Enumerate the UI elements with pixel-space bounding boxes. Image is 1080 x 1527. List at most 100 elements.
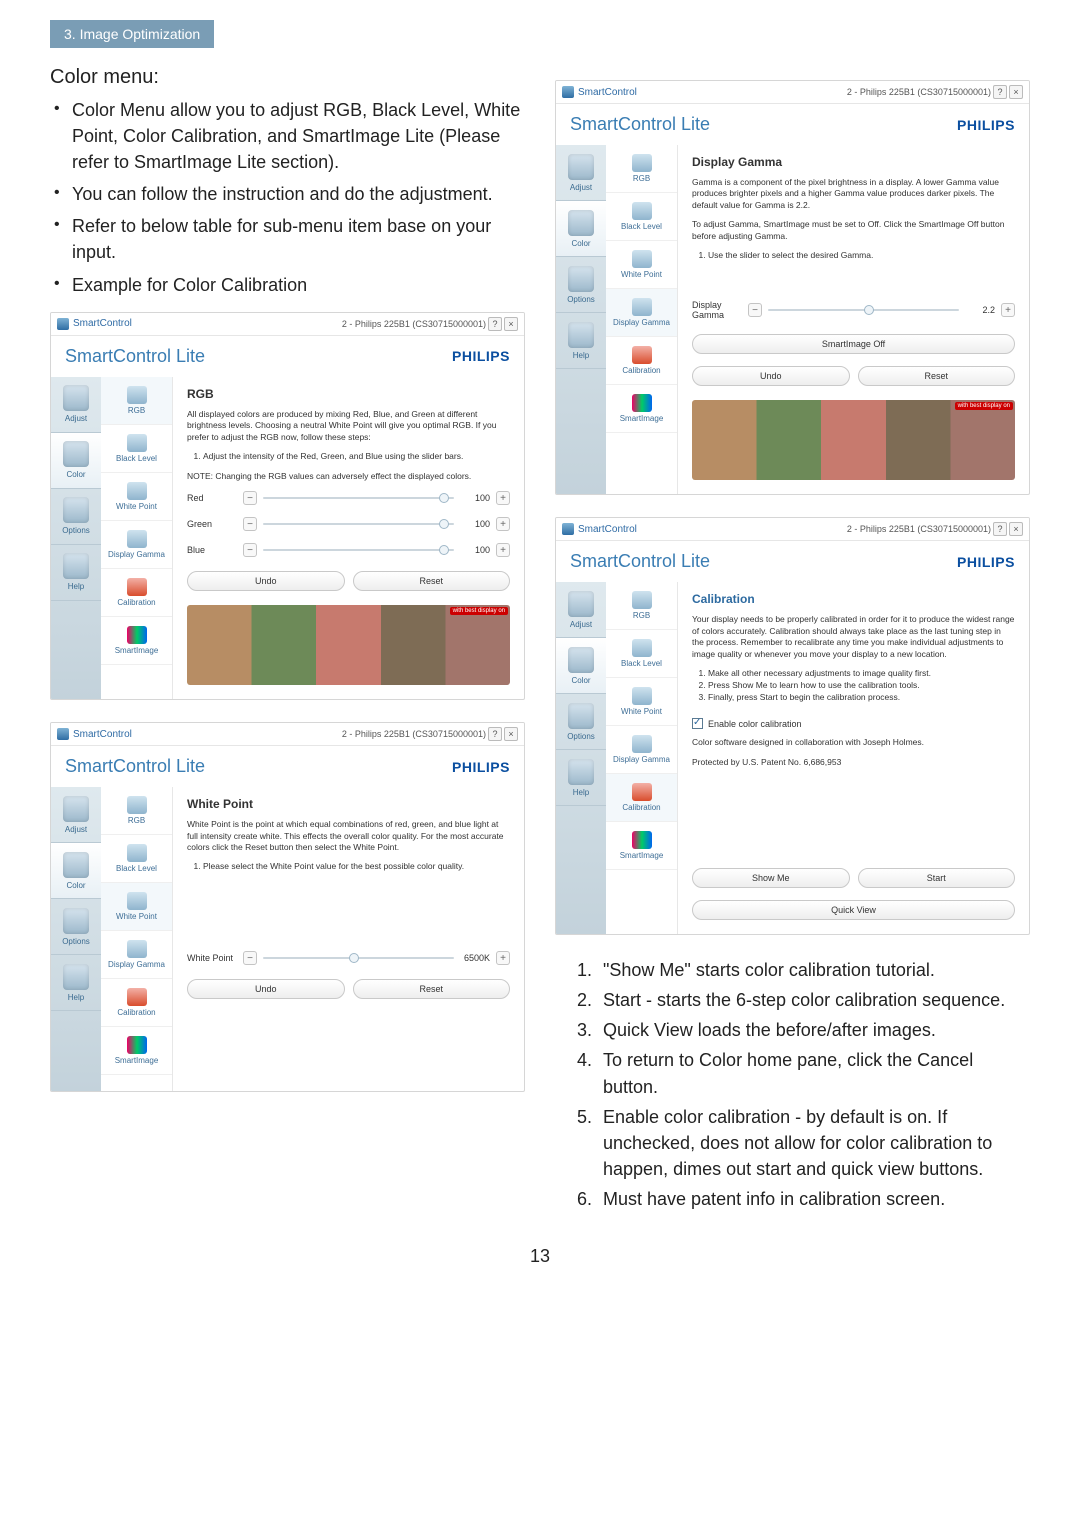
reset-button[interactable]: Reset (353, 571, 511, 591)
gamma-slider[interactable]: Display Gamma−2.2+ (692, 300, 1015, 320)
smartimage-off-button[interactable]: SmartImage Off (692, 334, 1015, 354)
nav-options[interactable]: Options (556, 257, 606, 313)
close-icon[interactable]: × (504, 727, 518, 741)
undo-button[interactable]: Undo (187, 979, 345, 999)
sub-black-level[interactable]: Black Level (606, 193, 677, 241)
close-icon[interactable]: × (1009, 522, 1023, 536)
bullet-2: You can follow the instruction and do th… (72, 181, 525, 207)
sub-calibration[interactable]: Calibration (606, 337, 677, 385)
calib-step2: Press Show Me to learn how to use the ca… (708, 680, 1015, 690)
breadcrumb: 3. Image Optimization (50, 20, 214, 48)
preview-image: with best display on (692, 400, 1015, 480)
nav-color[interactable]: Color (556, 201, 606, 257)
num-5: Enable color calibration - by default is… (597, 1104, 1030, 1182)
nav-help[interactable]: Help (556, 313, 606, 369)
help-icon[interactable]: ? (993, 85, 1007, 99)
sub-rgb[interactable]: RGB (606, 145, 677, 193)
sub-smartimage[interactable]: SmartImage (101, 617, 172, 665)
sub-white-point[interactable]: White Point (101, 473, 172, 521)
checkbox-icon[interactable] (692, 718, 703, 729)
nav-options[interactable]: Options (51, 489, 101, 545)
sub-black-level[interactable]: Black Level (101, 425, 172, 473)
quick-view-button[interactable]: Quick View (692, 900, 1015, 920)
close-icon[interactable]: × (1009, 85, 1023, 99)
sub-smartimage[interactable]: SmartImage (101, 1027, 172, 1075)
screenshot-gamma: SmartControl 2 - Philips 225B1 (CS307150… (555, 80, 1030, 495)
wp-step1: Please select the White Point value for … (203, 861, 510, 871)
sub-calibration[interactable]: Calibration (101, 979, 172, 1027)
nav-options[interactable]: Options (556, 694, 606, 750)
app-title: SmartControl (73, 318, 132, 329)
model-info: 2 - Philips 225B1 (CS30715000001) (342, 319, 486, 329)
gamma-step1: Use the slider to select the desired Gam… (708, 250, 1015, 260)
sub-white-point[interactable]: White Point (606, 241, 677, 289)
wp-desc: White Point is the point at which equal … (187, 819, 510, 853)
bullet-4: Example for Color Calibration (72, 272, 525, 298)
wp-slider[interactable]: White Point−6500K+ (187, 951, 510, 965)
rgb-step1: Adjust the intensity of the Red, Green, … (203, 451, 510, 461)
color-bullets: Color Menu allow you to adjust RGB, Blac… (50, 97, 525, 298)
nav-options[interactable]: Options (51, 899, 101, 955)
page-number: 13 (50, 1246, 1030, 1267)
sub-black-level[interactable]: Black Level (101, 835, 172, 883)
sub-white-point[interactable]: White Point (101, 883, 172, 931)
app-icon (562, 86, 574, 98)
sub-display-gamma[interactable]: Display Gamma (101, 521, 172, 569)
reset-button[interactable]: Reset (858, 366, 1016, 386)
nav-help[interactable]: Help (51, 955, 101, 1011)
show-me-button[interactable]: Show Me (692, 868, 850, 888)
sub-smartimage[interactable]: SmartImage (606, 822, 677, 870)
num-2: Start - starts the 6-step color calibrat… (597, 987, 1030, 1013)
undo-button[interactable]: Undo (187, 571, 345, 591)
screenshot-rgb: SmartControl 2 - Philips 225B1 (CS307150… (50, 312, 525, 700)
app-icon (57, 728, 69, 740)
bullet-3: Refer to below table for sub-menu item b… (72, 213, 525, 265)
num-6: Must have patent info in calibration scr… (597, 1186, 1030, 1212)
sub-calibration[interactable]: Calibration (101, 569, 172, 617)
nav-color[interactable]: Color (51, 843, 101, 899)
nav-adjust[interactable]: Adjust (51, 377, 101, 433)
rgb-desc: All displayed colors are produced by mix… (187, 409, 510, 443)
reset-button[interactable]: Reset (353, 979, 511, 999)
sub-rgb[interactable]: RGB (606, 582, 677, 630)
calib-desc: Your display needs to be properly calibr… (692, 614, 1015, 660)
start-button[interactable]: Start (858, 868, 1016, 888)
help-icon[interactable]: ? (488, 317, 502, 331)
help-icon[interactable]: ? (488, 727, 502, 741)
color-heading: Color menu: (50, 66, 525, 89)
sub-display-gamma[interactable]: Display Gamma (101, 931, 172, 979)
green-slider[interactable]: Green−100+ (187, 517, 510, 531)
nav-help[interactable]: Help (51, 545, 101, 601)
app-icon (57, 318, 69, 330)
calib-step3: Finally, press Start to begin the calibr… (708, 692, 1015, 702)
enable-calibration-checkbox[interactable]: Enable color calibration (692, 718, 1015, 729)
sub-display-gamma[interactable]: Display Gamma (606, 726, 677, 774)
dec-icon[interactable]: − (243, 491, 257, 505)
nav-color[interactable]: Color (556, 638, 606, 694)
num-3: Quick View loads the before/after images… (597, 1017, 1030, 1043)
nav-adjust[interactable]: Adjust (556, 582, 606, 638)
red-slider[interactable]: Red−100+ (187, 491, 510, 505)
nav-color[interactable]: Color (51, 433, 101, 489)
nav-help[interactable]: Help (556, 750, 606, 806)
close-icon[interactable]: × (504, 317, 518, 331)
sub-smartimage[interactable]: SmartImage (606, 385, 677, 433)
numbered-list: "Show Me" starts color calibration tutor… (555, 957, 1030, 1212)
bullet-1: Color Menu allow you to adjust RGB, Blac… (72, 97, 525, 175)
sub-rgb[interactable]: RGB (101, 787, 172, 835)
nav-adjust[interactable]: Adjust (51, 787, 101, 843)
calib-patent: Protected by U.S. Patent No. 6,686,953 (692, 757, 1015, 768)
sub-display-gamma[interactable]: Display Gamma (606, 289, 677, 337)
undo-button[interactable]: Undo (692, 366, 850, 386)
calib-credits: Color software designed in collaboration… (692, 737, 1015, 748)
help-icon[interactable]: ? (993, 522, 1007, 536)
inc-icon[interactable]: + (496, 491, 510, 505)
blue-slider[interactable]: Blue−100+ (187, 543, 510, 557)
sub-black-level[interactable]: Black Level (606, 630, 677, 678)
nav-adjust[interactable]: Adjust (556, 145, 606, 201)
sub-calibration[interactable]: Calibration (606, 774, 677, 822)
sub-white-point[interactable]: White Point (606, 678, 677, 726)
side-nav: Adjust Color Options Help (51, 377, 101, 699)
sub-rgb[interactable]: RGB (101, 377, 172, 425)
preview-image: with best display on (187, 605, 510, 685)
